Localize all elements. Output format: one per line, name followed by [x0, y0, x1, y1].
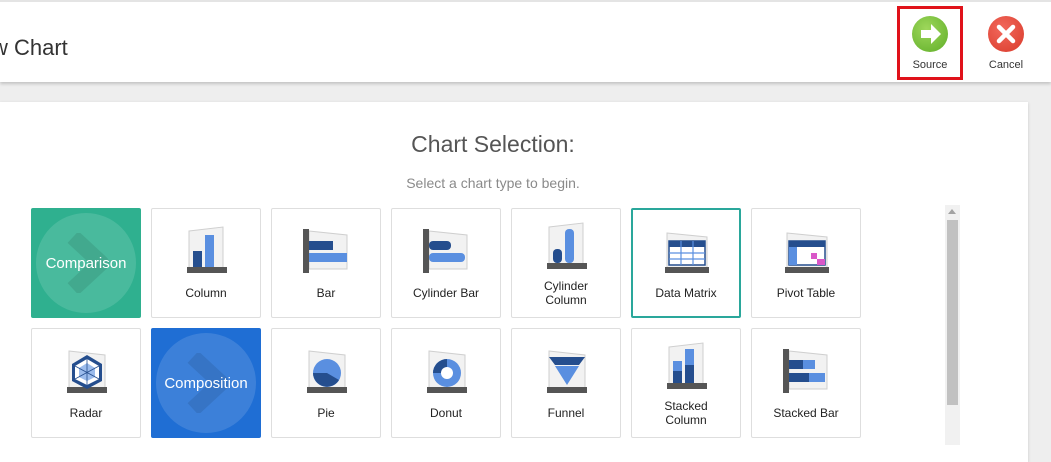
top-bar: w Chart Source Cancel [0, 0, 1051, 82]
cylinder-bar-icon [423, 229, 468, 273]
page-title: w Chart [0, 35, 68, 60]
funnel-chart-icon [547, 350, 587, 393]
column-chart-icon [187, 226, 227, 273]
tile-stacked-bar-label: Stacked Bar [773, 406, 839, 420]
tile-cylinder-bar[interactable]: Cylinder Bar [391, 208, 501, 318]
tile-funnel[interactable]: Funnel [511, 328, 621, 438]
tile-radar-label: Radar [69, 406, 103, 420]
tile-cylinder-column-label: Cylinder Column [516, 279, 616, 307]
donut-chart-icon [427, 350, 467, 393]
tile-column[interactable]: Column [151, 208, 261, 318]
tile-funnel-label: Funnel [547, 406, 585, 420]
category-composition-label: Composition [164, 375, 248, 392]
category-comparison[interactable]: Comparison [31, 208, 141, 318]
tile-bar[interactable]: Bar [271, 208, 381, 318]
tile-cylinder-column[interactable]: Cylinder Column [511, 208, 621, 318]
pivot-table-icon [785, 232, 829, 273]
tile-cylinder-bar-label: Cylinder Bar [412, 286, 480, 300]
tiles-scrollbar[interactable] [945, 205, 960, 445]
close-icon [988, 16, 1024, 52]
cancel-label: Cancel [988, 59, 1024, 71]
tile-donut-label: Donut [429, 406, 463, 420]
tile-bar-label: Bar [316, 286, 336, 300]
category-comparison-label: Comparison [45, 255, 127, 272]
stacked-column-icon [667, 342, 707, 389]
radar-chart-icon [67, 350, 107, 393]
data-matrix-icon [665, 232, 709, 273]
tile-stacked-column-label-line1: Stacked [664, 399, 708, 413]
tile-data-matrix-label: Data Matrix [655, 286, 717, 300]
arrow-right-icon [912, 16, 948, 52]
category-composition[interactable]: Composition [151, 328, 261, 438]
tile-stacked-column[interactable]: Stacked Column [631, 328, 741, 438]
chart-selection-title: Chart Selection: [411, 131, 575, 157]
scroll-up-arrow-icon[interactable] [948, 209, 956, 214]
cylinder-column-icon [547, 222, 587, 269]
cancel-button[interactable]: Cancel [973, 6, 1039, 80]
tile-pie-label: Pie [317, 406, 335, 420]
tile-cylinder-column-label-line2: Column [545, 293, 587, 307]
tile-data-matrix[interactable]: Data Matrix [631, 208, 741, 318]
tile-donut[interactable]: Donut [391, 328, 501, 438]
tile-stacked-bar[interactable]: Stacked Bar [751, 328, 861, 438]
tile-pivot-table-label: Pivot Table [776, 286, 836, 300]
source-label: Source [912, 59, 948, 71]
tile-column-label: Column [185, 286, 227, 300]
source-button[interactable]: Source [897, 6, 963, 80]
tile-cylinder-column-label-line1: Cylinder [543, 279, 588, 293]
scroll-thumb[interactable] [947, 220, 958, 405]
tile-pie[interactable]: Pie [271, 328, 381, 438]
chart-selection-subtitle: Select a chart type to begin. [406, 175, 580, 191]
bar-chart-icon [303, 229, 348, 273]
pie-chart-icon [307, 350, 347, 393]
tile-radar[interactable]: Radar [31, 328, 141, 438]
tile-pivot-table[interactable]: Pivot Table [751, 208, 861, 318]
tile-stacked-column-label-line2: Column [665, 413, 707, 427]
stacked-bar-icon [783, 349, 828, 393]
tile-stacked-column-label: Stacked Column [636, 399, 736, 427]
